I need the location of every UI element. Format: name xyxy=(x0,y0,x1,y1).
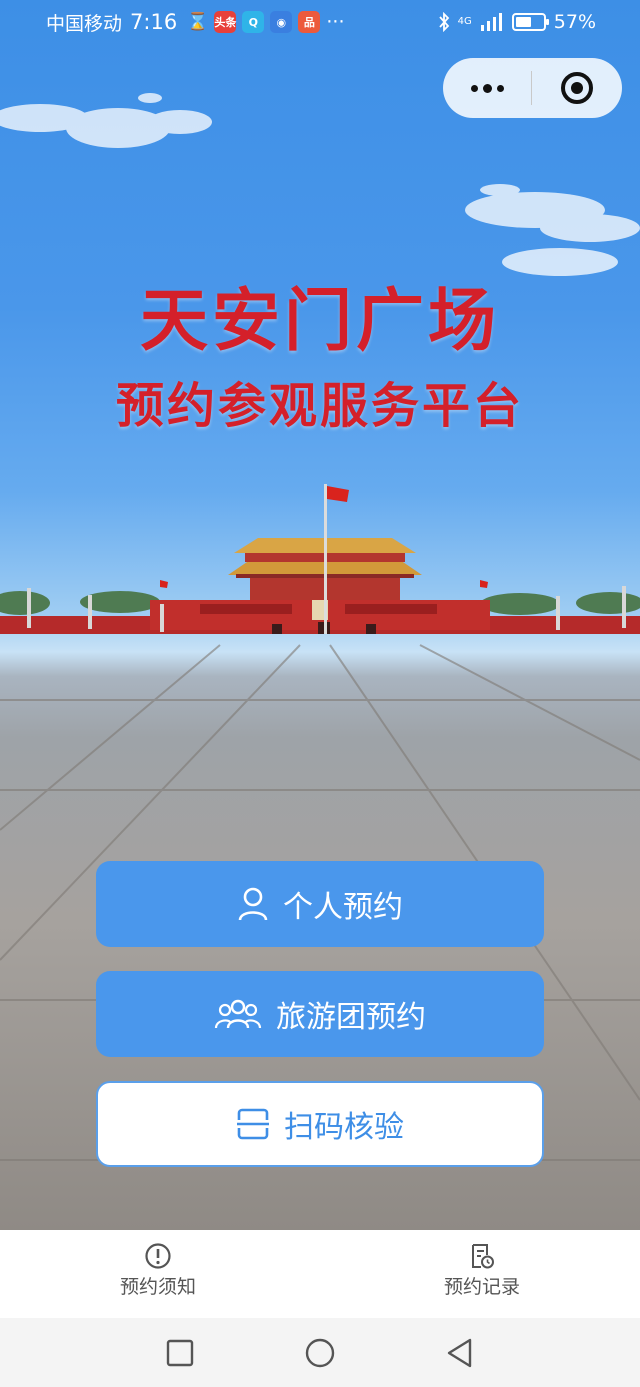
target-close-icon xyxy=(561,72,593,104)
toutiao-app-icon: 头条 xyxy=(214,11,237,33)
shopping-app-icon: 品 xyxy=(298,11,321,33)
status-left: 中国移动 7:16 ⌛ 头条 Q ◉ 品 ··· xyxy=(46,9,344,36)
personal-booking-button[interactable]: 个人预约 xyxy=(96,861,544,947)
dot-icon xyxy=(470,84,478,92)
group-icon xyxy=(214,998,262,1030)
triangle-back-icon xyxy=(447,1338,472,1367)
browser-app-icon: ◉ xyxy=(270,11,293,33)
record-document-icon xyxy=(471,1244,494,1269)
page-subtitle: 预约参观服务平台 xyxy=(115,378,524,434)
bottom-tab-bar: 预约须知 预约记录 xyxy=(0,1230,640,1318)
battery-level xyxy=(515,17,531,27)
battery-icon xyxy=(511,13,549,31)
dot-icon xyxy=(482,83,492,93)
tour-group-booking-label: 旅游团预约 xyxy=(276,1000,426,1035)
system-nav-bar xyxy=(0,1318,640,1387)
personal-booking-label: 个人预约 xyxy=(283,890,403,925)
close-miniprogram-button[interactable] xyxy=(532,58,622,118)
miniprogram-capsule xyxy=(443,58,622,118)
square-recents-icon xyxy=(166,1339,194,1366)
signal-icon xyxy=(480,13,502,31)
hourglass-icon: ⌛ xyxy=(187,12,209,32)
tour-group-booking-button[interactable]: 旅游团预约 xyxy=(96,971,544,1057)
page-title: 天安门广场 xyxy=(139,282,500,361)
scan-icon xyxy=(236,1107,270,1141)
more-menu-button[interactable] xyxy=(443,58,531,118)
info-circle-icon xyxy=(145,1243,171,1269)
recents-button[interactable] xyxy=(164,1337,196,1369)
status-time: 7:16 xyxy=(130,10,178,34)
status-bar: 中国移动 7:16 ⌛ 头条 Q ◉ 品 ··· 4G 57% xyxy=(0,0,640,44)
bluetooth-icon xyxy=(438,12,449,32)
tab-booking-records-label: 预约记录 xyxy=(443,1276,520,1298)
person-icon xyxy=(237,886,269,922)
tab-booking-notice[interactable]: 预约须知 xyxy=(120,1230,196,1318)
back-button[interactable] xyxy=(444,1337,476,1369)
battery-percent: 57% xyxy=(553,11,596,33)
scan-verify-label: 扫码核验 xyxy=(284,1110,404,1145)
tab-booking-notice-label: 预约须知 xyxy=(120,1276,197,1298)
dot-icon xyxy=(496,84,504,92)
search-app-icon: Q xyxy=(242,11,265,33)
home-button[interactable] xyxy=(304,1337,336,1369)
carrier-name: 中国移动 xyxy=(46,12,123,35)
scan-verify-button[interactable]: 扫码核验 xyxy=(96,1081,544,1167)
hero-title-block: 天安门广场 预约参观服务平台 xyxy=(0,282,640,436)
status-right: 4G 57% xyxy=(438,11,596,33)
network-type: 4G xyxy=(457,16,472,27)
circle-home-icon xyxy=(305,1338,335,1367)
tab-booking-records[interactable]: 预约记录 xyxy=(444,1230,520,1318)
more-notifications-icon: ··· xyxy=(326,11,345,33)
